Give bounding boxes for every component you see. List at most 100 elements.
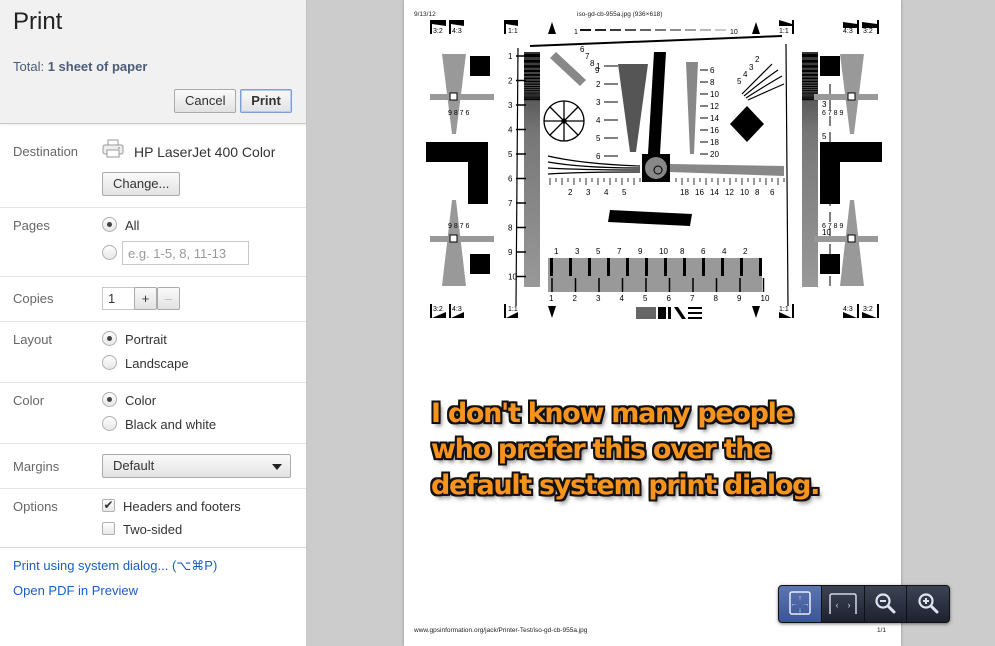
vert-scale-label: 12 — [710, 102, 719, 111]
preview-page: 9/13/12 iso-gd-cb-955a.jpg (936×618) 3:2… — [404, 0, 901, 646]
color-color-radio[interactable] — [102, 392, 117, 407]
print-header: Print Total: 1 sheet of paper Cancel Pri… — [0, 0, 306, 124]
options-section: Options ✔ Headers and footers Two-sided — [0, 489, 306, 548]
bar-line — [524, 60, 540, 63]
total-prefix: Total: — [13, 59, 48, 74]
open-pdf-link[interactable]: Open PDF in Preview — [13, 583, 138, 598]
copies-label: Copies — [13, 291, 54, 306]
star-left-lower-label: 9 8 7 6 — [448, 110, 470, 117]
print-button[interactable]: Print — [240, 89, 292, 113]
horiz-label-right: 12 — [725, 188, 734, 197]
footer-url: www.gpsinformation.org/jack/Printer-Test… — [414, 627, 588, 634]
bar-line — [802, 65, 818, 68]
margins-select[interactable]: Default — [102, 454, 291, 478]
bottom-bar-block — [740, 258, 743, 276]
slanted-black-bar-mid — [608, 210, 692, 226]
color-bw-label: Black and white — [125, 417, 217, 432]
margins-select-value: Default — [113, 458, 155, 473]
marker-bl-32-text: 3:2 — [433, 306, 443, 313]
svg-text:↓: ↓ — [798, 607, 802, 614]
marker-br-32: 3:2 — [862, 304, 879, 318]
headers-footers-checkbox[interactable]: ✔ — [102, 499, 115, 512]
left-scale-label: 3 — [508, 101, 513, 110]
zoom-in-icon — [917, 592, 939, 617]
svg-text:3: 3 — [749, 63, 754, 72]
bottom-top-label: 9 — [638, 247, 643, 256]
bottom-bar-block — [683, 258, 686, 276]
marker-tr-11: 1:1 — [779, 20, 794, 35]
bottom-resolution-bar — [548, 258, 762, 292]
triangle-up-left — [548, 22, 556, 34]
bar-line — [524, 86, 540, 88]
change-destination-button[interactable]: Change... — [102, 172, 180, 196]
bar-line — [802, 83, 818, 85]
bottom-label: 9 — [737, 294, 742, 303]
bar-line — [524, 93, 540, 94]
top-gray-scale — [580, 29, 726, 31]
gray-dash — [670, 29, 681, 31]
bar-line — [802, 86, 818, 88]
layout-landscape-radio[interactable] — [102, 355, 117, 370]
horiz-label: 5 — [622, 188, 627, 197]
marker-tr-32-text: 3:2 — [863, 28, 873, 35]
two-sided-checkbox[interactable] — [102, 522, 115, 535]
marker-tr-43-text: 4:3 — [843, 28, 853, 35]
fit-to-width-button[interactable]: ‹ › — [822, 586, 865, 622]
left-scale-label: 6 — [508, 175, 513, 184]
bottom-top-label: 5 — [596, 247, 601, 256]
bottom-bar-block — [626, 258, 629, 276]
fit-to-page-button[interactable]: ↑ ↓ ← → — [779, 586, 822, 622]
bar-line — [524, 88, 540, 90]
horiz-label: 3 — [586, 188, 591, 197]
vert-scale-label: 16 — [710, 126, 719, 135]
zoom-in-button[interactable] — [907, 586, 949, 622]
system-dialog-link[interactable]: Print using system dialog... (⌥⌘P) — [13, 558, 217, 574]
zoom-out-button[interactable] — [865, 586, 908, 622]
bottom-top-label: 6 — [701, 247, 706, 256]
pages-all-label: All — [125, 218, 140, 233]
bar-line — [524, 83, 540, 85]
marker-bl-32: 3:2 — [430, 304, 446, 318]
marker-tl-32: 3:2 — [430, 20, 446, 35]
cancel-button[interactable]: Cancel — [174, 89, 236, 113]
marker-tl-43-text: 4:3 — [452, 28, 462, 35]
bar-line — [802, 69, 818, 72]
copies-increment-button[interactable]: + — [134, 287, 157, 310]
pages-custom-radio[interactable] — [102, 245, 117, 260]
left-scale-label: 4 — [508, 126, 513, 135]
scale-start-label: 1 — [574, 29, 578, 36]
vert-scale-label: 6 — [710, 66, 715, 75]
margins-section: Margins Default — [0, 444, 306, 489]
bar-line — [524, 95, 540, 97]
vert-scale-label: 8 — [710, 78, 715, 87]
marker-bl-11: 1:1 — [504, 304, 518, 318]
left-star-target-bottom — [430, 200, 494, 286]
vert-scale-label: 18 — [710, 138, 719, 147]
copies-decrement-button[interactable]: – — [157, 287, 180, 310]
left-t-shape — [426, 142, 488, 204]
marker-bl-11-text: 1:1 — [508, 306, 518, 313]
layout-portrait-radio[interactable] — [102, 331, 117, 346]
marker-tl-43: 4:3 — [449, 20, 464, 35]
pages-all-radio[interactable] — [102, 217, 117, 232]
pages-section: Pages All — [0, 208, 306, 277]
marker-tr-43: 4:3 — [843, 20, 859, 35]
wedge-scale-label: 2 — [596, 80, 601, 89]
copies-input[interactable]: 1 — [102, 287, 135, 310]
fit-width-icon: ‹ › — [828, 592, 858, 617]
annotation-line-3: default system print dialog. — [431, 470, 820, 501]
bar-line — [524, 91, 540, 93]
print-preview-area: 9/13/12 iso-gd-cb-955a.jpg (936×618) 3:2… — [307, 0, 995, 646]
bar-line — [802, 77, 818, 80]
color-label: Color — [13, 393, 45, 408]
bar-line — [802, 60, 818, 63]
vert-scale-label: 14 — [710, 114, 719, 123]
gray-dash — [655, 29, 666, 31]
preview-zoom-toolbar: ↑ ↓ ← → ‹ › — [778, 585, 950, 623]
color-bw-radio[interactable] — [102, 416, 117, 431]
zoom-out-icon — [874, 592, 896, 617]
bar-line — [802, 93, 818, 94]
page-range-input[interactable] — [122, 241, 249, 265]
gray-dash — [595, 29, 606, 31]
left-resolution-bar — [524, 52, 540, 287]
